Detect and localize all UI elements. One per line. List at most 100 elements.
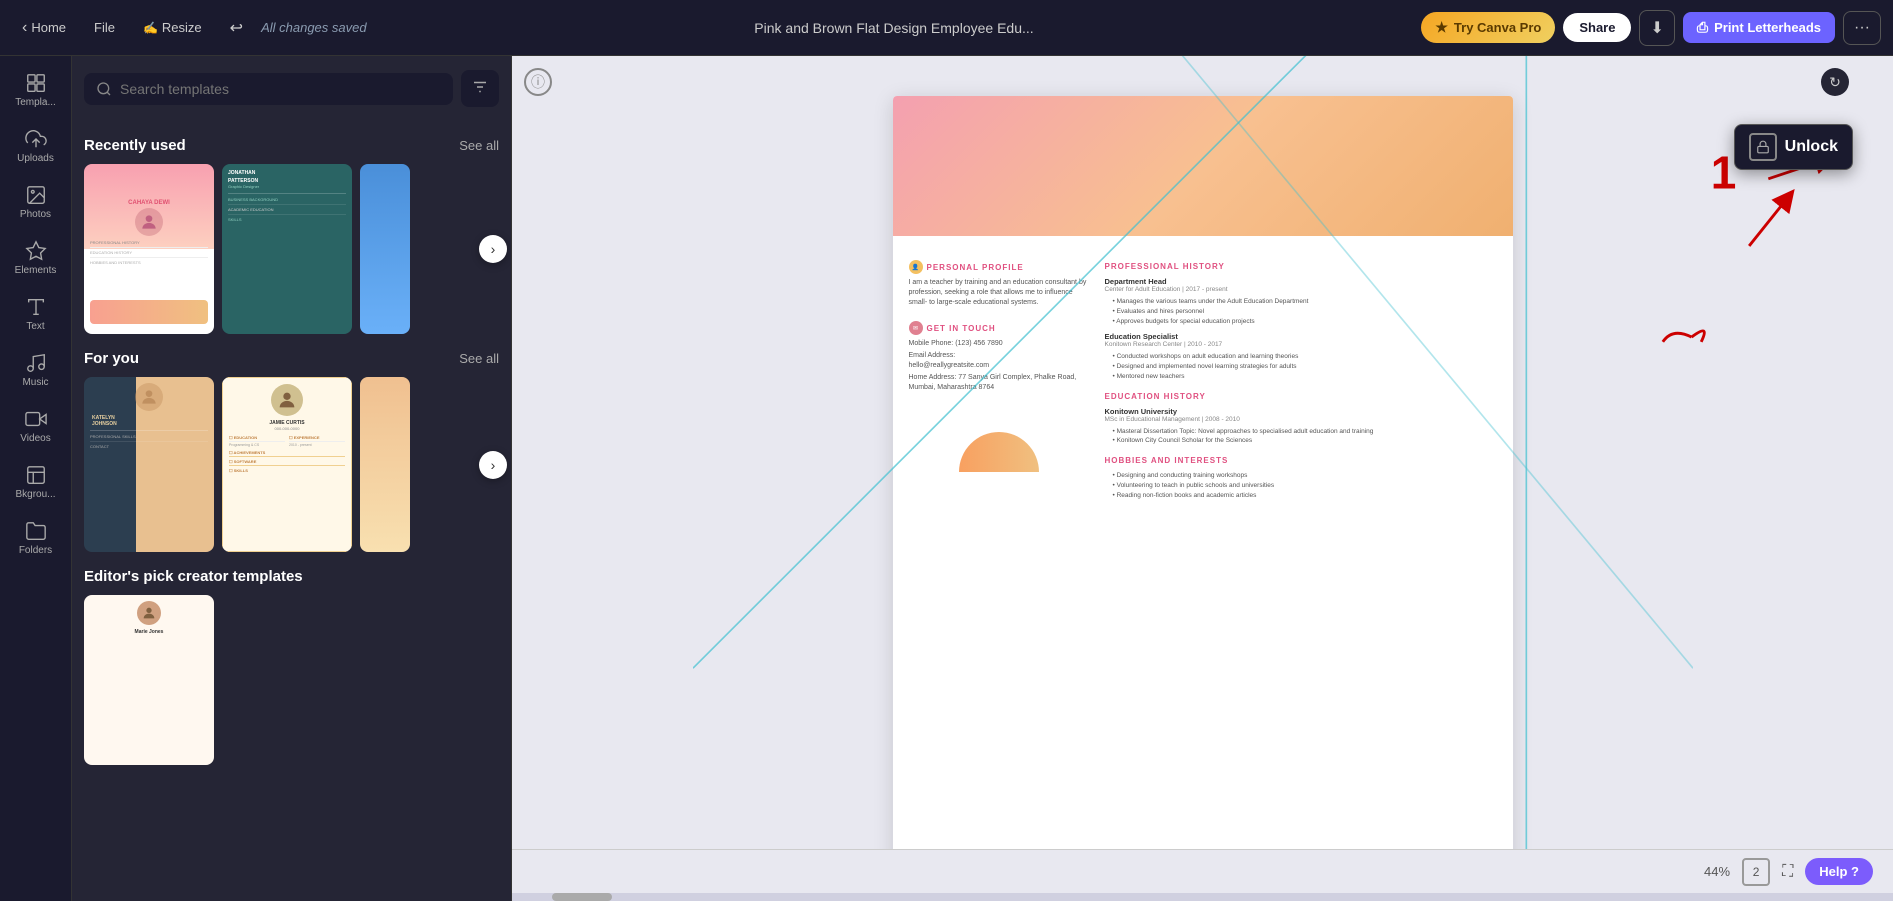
sidebar-item-background[interactable]: Bkgrou... (4, 456, 68, 508)
search-icon (96, 81, 112, 97)
lock-icon-box (1749, 133, 1777, 161)
search-input[interactable] (120, 81, 441, 97)
hobby-1: Designing and conducting training worksh… (1105, 471, 1497, 481)
sidebar-item-uploads[interactable]: Uploads (4, 120, 68, 172)
unlock-tooltip: Unlock (1734, 124, 1853, 170)
filter-icon (471, 78, 489, 96)
document-title: Pink and Brown Flat Design Employee Edu.… (375, 20, 1414, 36)
editors-pick-title: Editor's pick creator templates (84, 568, 303, 585)
template-card[interactable] (360, 377, 410, 552)
header-right: ★ Try Canva Pro Share ⬇ ⎙ Print Letterhe… (1421, 10, 1881, 46)
recently-used-see-all[interactable]: See all (459, 138, 499, 153)
more-options-button[interactable]: ··· (1843, 11, 1881, 45)
hobby-3: Reading non-fiction books and academic a… (1105, 491, 1497, 501)
main-layout: Templa... Uploads Photos Elements (0, 56, 1893, 901)
job1-bullet-1: Manages the various teams under the Adul… (1105, 297, 1497, 307)
search-input-wrap[interactable] (84, 73, 453, 105)
templates-content: Recently used See all CAHAYA DEWI PROFES… (72, 121, 511, 901)
contact-heading: GET IN TOUCH (927, 324, 996, 333)
sidebar-item-photos[interactable]: Photos (4, 176, 68, 228)
unlock-label[interactable]: Unlock (1785, 138, 1838, 156)
file-button[interactable]: File (84, 14, 125, 41)
recently-used-header: Recently used See all (84, 137, 499, 154)
personal-icon: 👤 (909, 260, 923, 274)
info-icon: ⓘ (531, 72, 545, 92)
try-pro-button[interactable]: ★ Try Canva Pro (1421, 12, 1555, 43)
job1-title: Department Head (1105, 277, 1497, 286)
template-card[interactable]: KATELYN JOHNSON PROFESSIONAL SKILLS CONT… (84, 377, 214, 552)
job2-title: Education Specialist (1105, 332, 1497, 341)
template-card[interactable] (360, 164, 410, 334)
sidebar-item-elements[interactable]: Elements (4, 232, 68, 284)
template-card[interactable]: JAMIE CURTIS 000-000-0000 ☐ EDUCATION Pr… (222, 377, 352, 552)
header-left: ‹ Home File ✍ Resize ↩ All changes saved (12, 12, 367, 44)
sidebar-item-text[interactable]: Text (4, 288, 68, 340)
undo-button[interactable]: ↩ (220, 12, 253, 44)
template-card[interactable]: JONATHAN PATTERSON Graphic Designer BUSI… (222, 164, 352, 334)
job1-org: Center for Adult Education | 2017 - pres… (1105, 286, 1497, 293)
resize-button[interactable]: ✍ Resize (133, 14, 212, 41)
degree: MSc in Educational Management | 2008 - 2… (1105, 416, 1497, 423)
share-button[interactable]: Share (1563, 13, 1631, 42)
search-bar (72, 56, 511, 121)
canvas-scroll[interactable]: 👤 PERSONAL PROFILE I am a teacher by tra… (512, 56, 1893, 849)
job1-bullet-2: Evaluates and hires personnel (1105, 307, 1497, 317)
rotate-icon: ↻ (1829, 74, 1841, 91)
for-you-next[interactable]: › (479, 451, 507, 479)
save-status: All changes saved (261, 20, 367, 35)
edu-bullet-2: Konitown City Council Scholar for the Sc… (1105, 436, 1497, 446)
for-you-title: For you (84, 350, 139, 367)
contact-icon: ✉ (909, 321, 923, 335)
edu-bullet-1: Masteral Dissertation Topic: Novel appro… (1105, 427, 1497, 437)
contact-address: Home Address: 77 Sanya Girl Complex, Pha… (909, 373, 1089, 393)
filter-button[interactable] (461, 70, 499, 107)
recently-used-title: Recently used (84, 137, 186, 154)
canvas-area: ⓘ ↻ Unlock (512, 56, 1893, 901)
home-button[interactable]: ‹ Home (12, 13, 76, 43)
icon-sidebar: Templa... Uploads Photos Elements (0, 56, 72, 901)
contact-phone: Mobile Phone: (123) 456 7890 (909, 339, 1089, 349)
fullscreen-button[interactable]: ⛶ (1782, 863, 1793, 881)
recently-used-grid: CAHAYA DEWI PROFESSIONAL HISTORY EDUCATI… (84, 164, 499, 334)
resume-right-col: PROFESSIONAL HISTORY Department Head Cen… (1105, 252, 1497, 500)
rotate-button[interactable]: ↻ (1821, 68, 1849, 96)
more-icon: ··· (1854, 19, 1870, 36)
zoom-level: 44% (1704, 864, 1730, 879)
job2-bullet-3: Mentored new teachers (1105, 372, 1497, 382)
recently-used-next[interactable]: › (479, 235, 507, 263)
help-button[interactable]: Help ? (1805, 858, 1873, 885)
personal-text: I am a teacher by training and an educat… (909, 278, 1089, 307)
resume-top-banner (893, 96, 1513, 236)
resume-page: 👤 PERSONAL PROFILE I am a teacher by tra… (893, 96, 1513, 849)
prof-history-heading: PROFESSIONAL HISTORY (1105, 262, 1497, 271)
canvas-scrollbar-thumb[interactable] (552, 893, 612, 901)
template-card[interactable]: CAHAYA DEWI PROFESSIONAL HISTORY EDUCATI… (84, 164, 214, 334)
edu-history-heading: EDUCATION HISTORY (1105, 392, 1497, 401)
personal-profile-section: 👤 PERSONAL PROFILE (909, 260, 1089, 274)
unlock-box: Unlock (1734, 124, 1853, 170)
print-button[interactable]: ⎙ Print Letterheads (1683, 12, 1835, 43)
page-wrapper: 👤 PERSONAL PROFILE I am a teacher by tra… (893, 96, 1513, 849)
sidebar-item-videos[interactable]: Videos (4, 400, 68, 452)
hobbies-heading: HOBBIES AND INTERESTS (1105, 456, 1497, 465)
for-you-see-all[interactable]: See all (459, 351, 499, 366)
for-you-grid: KATELYN JOHNSON PROFESSIONAL SKILLS CONT… (84, 377, 499, 552)
sidebar-item-folders[interactable]: Folders (4, 512, 68, 564)
bottom-right: 44% 2 ⛶ Help ? (1704, 858, 1873, 886)
canvas-scrollbar[interactable] (512, 893, 1893, 901)
job2-org: Konitown Research Center | 2010 - 2017 (1105, 341, 1497, 348)
bottom-decoration (909, 432, 1089, 472)
templates-panel: Recently used See all CAHAYA DEWI PROFES… (72, 56, 512, 901)
hobby-2: Volunteering to teach in public schools … (1105, 481, 1497, 491)
job2-bullet-2: Designed and implemented novel learning … (1105, 362, 1497, 372)
sidebar-item-templates[interactable]: Templa... (4, 64, 68, 116)
school-name: Konitown University (1105, 407, 1497, 416)
for-you-header: For you See all (84, 350, 499, 367)
resume-body: 👤 PERSONAL PROFILE I am a teacher by tra… (893, 236, 1513, 516)
template-card[interactable]: Marie Jones (84, 595, 214, 765)
page-indicator: 2 (1742, 858, 1770, 886)
info-button[interactable]: ⓘ (524, 68, 552, 96)
top-header: ‹ Home File ✍ Resize ↩ All changes saved… (0, 0, 1893, 56)
download-button[interactable]: ⬇ (1639, 10, 1674, 46)
sidebar-item-music[interactable]: Music (4, 344, 68, 396)
